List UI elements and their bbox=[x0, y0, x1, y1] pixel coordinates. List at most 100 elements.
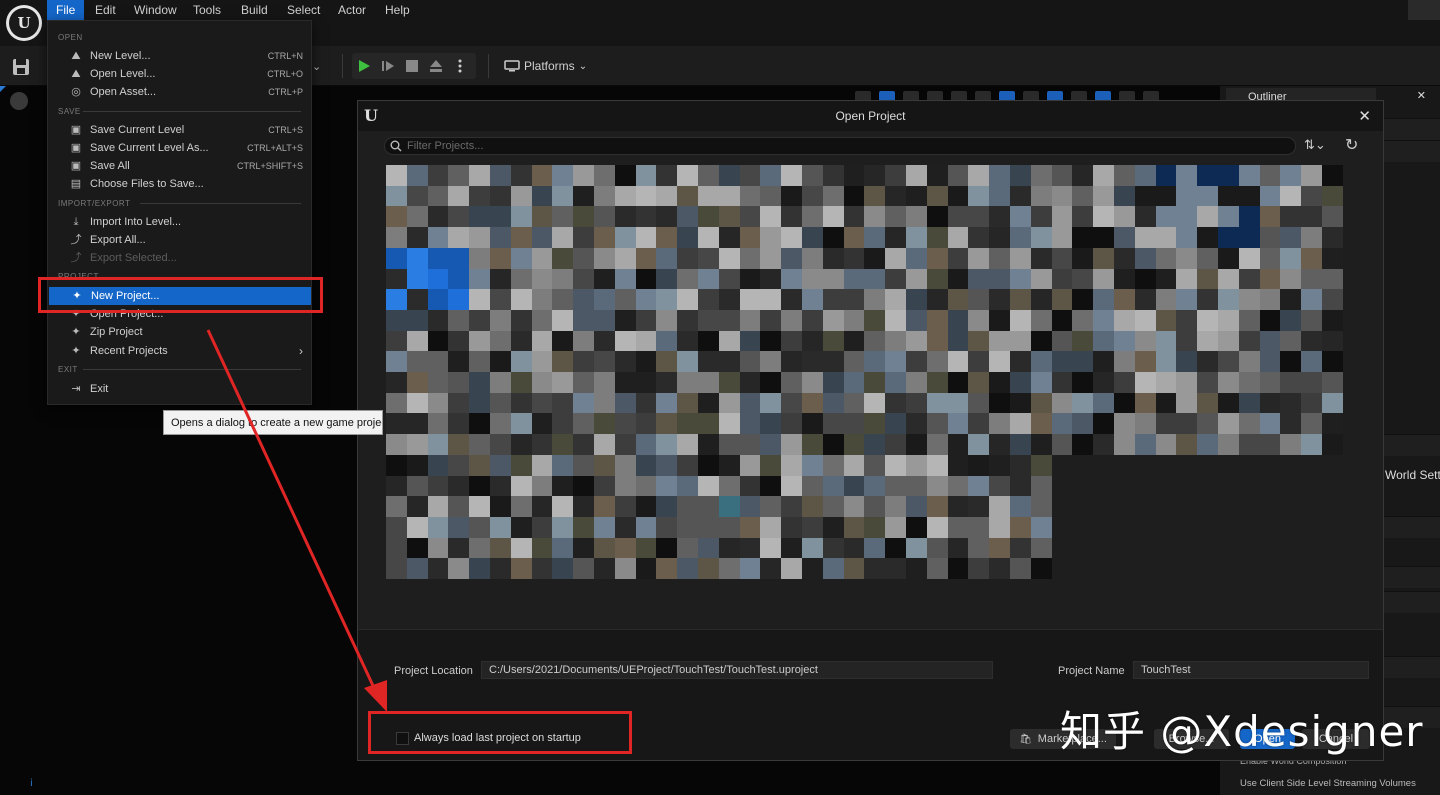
thumbnail-pixel bbox=[635, 289, 657, 311]
thumbnail-pixel bbox=[448, 227, 470, 249]
chevron-down-icon[interactable]: ⌄ bbox=[312, 60, 321, 73]
menu-item-recent-projects[interactable]: ✦ Recent Projects › bbox=[48, 342, 311, 360]
menu-item-exit[interactable]: ⇥ Exit bbox=[48, 380, 311, 398]
thumbnail-pixel bbox=[490, 330, 511, 352]
thumbnail-pixel bbox=[406, 392, 428, 414]
open-level-icon: ⛰ bbox=[71, 68, 81, 80]
thumbnail-pixel bbox=[760, 372, 782, 393]
thumbnail-pixel bbox=[594, 496, 615, 518]
thumbnail-pixel bbox=[1176, 185, 1198, 207]
play-icon[interactable] bbox=[352, 53, 376, 79]
more-options-icon[interactable] bbox=[448, 53, 472, 79]
thumbnail-pixel bbox=[510, 392, 532, 414]
menu-build[interactable]: Build bbox=[232, 0, 277, 20]
thumbnail-pixel bbox=[718, 351, 740, 373]
thumbnail-pixel bbox=[656, 558, 678, 580]
menu-tools[interactable]: Tools bbox=[184, 0, 230, 20]
thumbnail-pixel bbox=[781, 206, 803, 228]
menu-item-save-current-level-as[interactable]: ▣ Save Current Level As... CTRL+ALT+S bbox=[48, 139, 311, 157]
project-thumbnail-grid[interactable] bbox=[386, 165, 1344, 580]
window-control[interactable] bbox=[1408, 0, 1440, 20]
menu-item-export-all[interactable]: ⤴ Export All... bbox=[48, 231, 311, 249]
search-icon bbox=[390, 140, 402, 152]
project-name-field[interactable]: TouchTest bbox=[1133, 661, 1369, 679]
thumbnail-pixel bbox=[1072, 372, 1094, 393]
eject-icon[interactable] bbox=[424, 53, 448, 79]
thumbnail-pixel bbox=[760, 351, 782, 373]
thumbnail-pixel bbox=[635, 454, 657, 476]
menu-item-save-current-level[interactable]: ▣ Save Current Level CTRL+S bbox=[48, 121, 311, 139]
close-icon[interactable]: ✕ bbox=[1358, 107, 1371, 125]
thumbnail-pixel bbox=[614, 537, 636, 559]
thumbnail-pixel bbox=[386, 537, 407, 559]
thumbnail-pixel bbox=[510, 206, 532, 228]
thumbnail-pixel bbox=[1155, 268, 1177, 290]
thumbnail-pixel bbox=[906, 537, 927, 559]
thumbnail-pixel bbox=[1051, 227, 1073, 249]
project-location-field[interactable]: C:/Users/2021/Documents/UEProject/TouchT… bbox=[481, 661, 993, 679]
tab-world-settings[interactable]: World Setti bbox=[1385, 468, 1440, 482]
thumbnail-pixel bbox=[677, 516, 699, 538]
menu-item-zip-project[interactable]: ✦ Zip Project bbox=[48, 323, 311, 341]
thumbnail-pixel bbox=[1301, 247, 1323, 269]
search-input[interactable]: Filter Projects... bbox=[384, 137, 1296, 155]
menu-item-open-level[interactable]: ⛰ Open Level... CTRL+O bbox=[48, 65, 311, 83]
menu-item-choose-files-to-save[interactable]: ▤ Choose Files to Save... bbox=[48, 175, 311, 193]
close-icon[interactable]: ✕ bbox=[1417, 89, 1426, 102]
thumbnail-pixel bbox=[843, 537, 865, 559]
thumbnail-pixel bbox=[885, 372, 907, 393]
thumbnail-pixel bbox=[427, 537, 449, 559]
save-icon[interactable] bbox=[12, 58, 30, 76]
thumbnail-pixel bbox=[469, 496, 491, 518]
thumbnail-pixel bbox=[1218, 392, 1239, 414]
thumbnail-pixel bbox=[656, 351, 678, 373]
menu-actor[interactable]: Actor bbox=[329, 0, 375, 20]
menu-file[interactable]: File bbox=[47, 0, 85, 20]
open-asset-icon: ◎ bbox=[71, 86, 81, 98]
thumbnail-pixel bbox=[1322, 392, 1343, 414]
thumbnail-pixel bbox=[677, 165, 699, 186]
thumbnail-pixel bbox=[822, 496, 844, 518]
menu-select[interactable]: Select bbox=[278, 0, 329, 20]
menu-item-import-into-level[interactable]: ⤓ Import Into Level... bbox=[48, 213, 311, 231]
project-name-label: Project Name bbox=[1058, 665, 1125, 677]
thumbnail-pixel bbox=[406, 289, 428, 311]
step-icon[interactable] bbox=[376, 53, 400, 79]
thumbnail-pixel bbox=[1155, 372, 1177, 393]
thumbnail-pixel bbox=[968, 392, 990, 414]
thumbnail-pixel bbox=[656, 309, 678, 331]
menu-window[interactable]: Window bbox=[125, 0, 186, 20]
thumbnail-pixel bbox=[864, 247, 886, 269]
unreal-logo-icon[interactable]: U bbox=[6, 5, 42, 41]
thumbnail-pixel bbox=[802, 392, 823, 414]
thumbnail-pixel bbox=[718, 247, 740, 269]
thumbnail-pixel bbox=[718, 268, 740, 290]
thumbnail-pixel bbox=[1134, 372, 1156, 393]
stop-icon[interactable] bbox=[400, 53, 424, 79]
menu-item-save-all[interactable]: ▣ Save All CTRL+SHIFT+S bbox=[48, 157, 311, 175]
thumbnail-pixel bbox=[760, 454, 782, 476]
thumbnail-pixel bbox=[677, 206, 699, 228]
thumbnail-pixel bbox=[1218, 289, 1239, 311]
thumbnail-pixel bbox=[1114, 351, 1135, 373]
thumbnail-pixel bbox=[885, 289, 907, 311]
thumbnail-pixel bbox=[1238, 351, 1260, 373]
platforms-button[interactable]: Platforms ⌄ bbox=[498, 53, 593, 79]
thumbnail-pixel bbox=[1322, 206, 1343, 228]
menu-edit[interactable]: Edit bbox=[86, 0, 125, 20]
menu-item-open-asset[interactable]: ◎ Open Asset... CTRL+P bbox=[48, 83, 311, 101]
thumbnail-pixel bbox=[677, 289, 699, 311]
menu-help[interactable]: Help bbox=[376, 0, 419, 20]
menu-item-new-level[interactable]: ⛰ New Level... CTRL+N bbox=[48, 47, 311, 65]
sort-icon[interactable]: ⇅⌄ bbox=[1304, 137, 1326, 153]
thumbnail-pixel bbox=[677, 537, 699, 559]
thumbnail-pixel bbox=[1322, 247, 1343, 269]
thumbnail-pixel bbox=[490, 516, 511, 538]
refresh-icon[interactable]: ↻ bbox=[1345, 135, 1358, 155]
thumbnail-pixel bbox=[760, 434, 782, 456]
thumbnail-pixel bbox=[885, 392, 907, 414]
thumbnail-pixel bbox=[989, 351, 1011, 373]
thumbnail-pixel bbox=[947, 185, 969, 207]
viewport-menu-icon[interactable] bbox=[10, 92, 28, 110]
thumbnail-pixel bbox=[531, 289, 553, 311]
